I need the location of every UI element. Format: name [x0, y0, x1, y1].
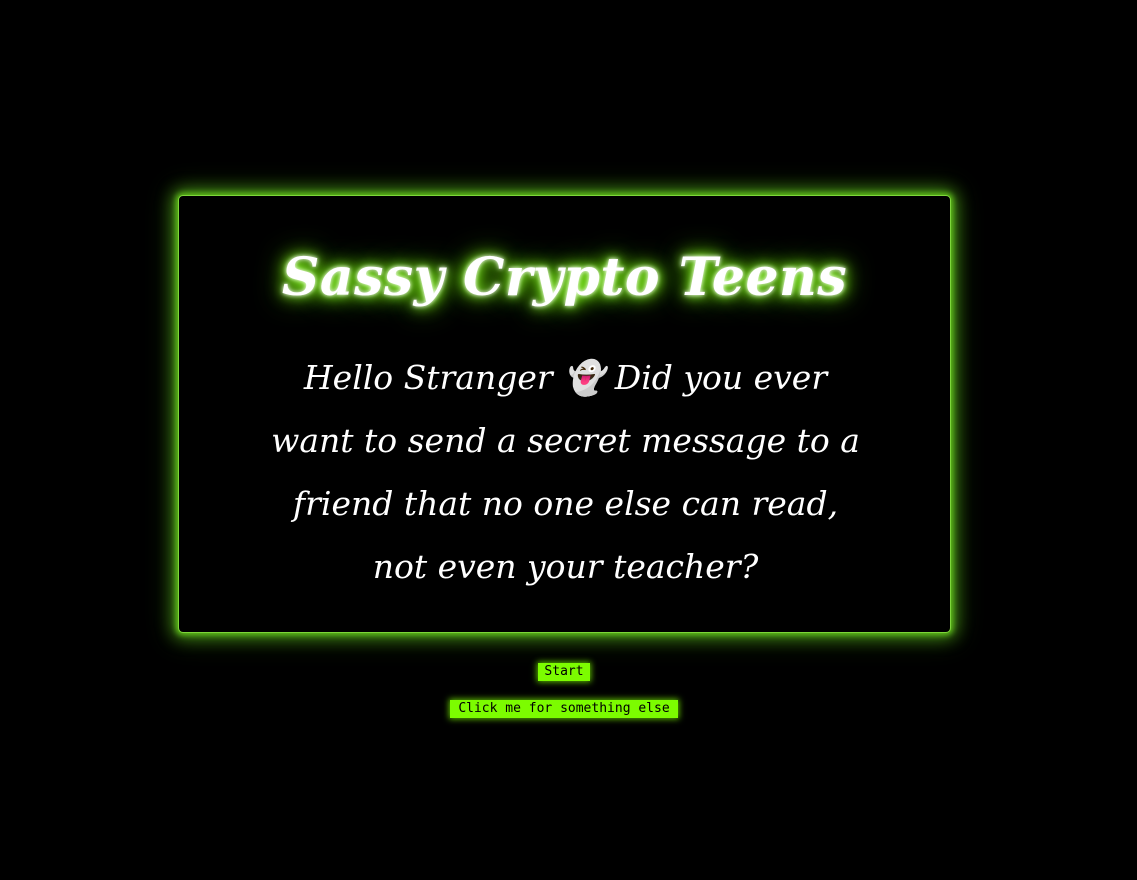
something-else-button[interactable]: Click me for something else	[450, 700, 678, 718]
intro-text: Hello Stranger 👻 Did you ever want to se…	[271, 358, 860, 586]
page: Sassy Crypto Teens Hello Stranger 👻 Did …	[0, 0, 1137, 880]
start-button[interactable]: Start	[538, 663, 590, 681]
page-title: Sassy Crypto Teens	[281, 247, 848, 308]
intro-card: Sassy Crypto Teens Hello Stranger 👻 Did …	[178, 195, 951, 633]
